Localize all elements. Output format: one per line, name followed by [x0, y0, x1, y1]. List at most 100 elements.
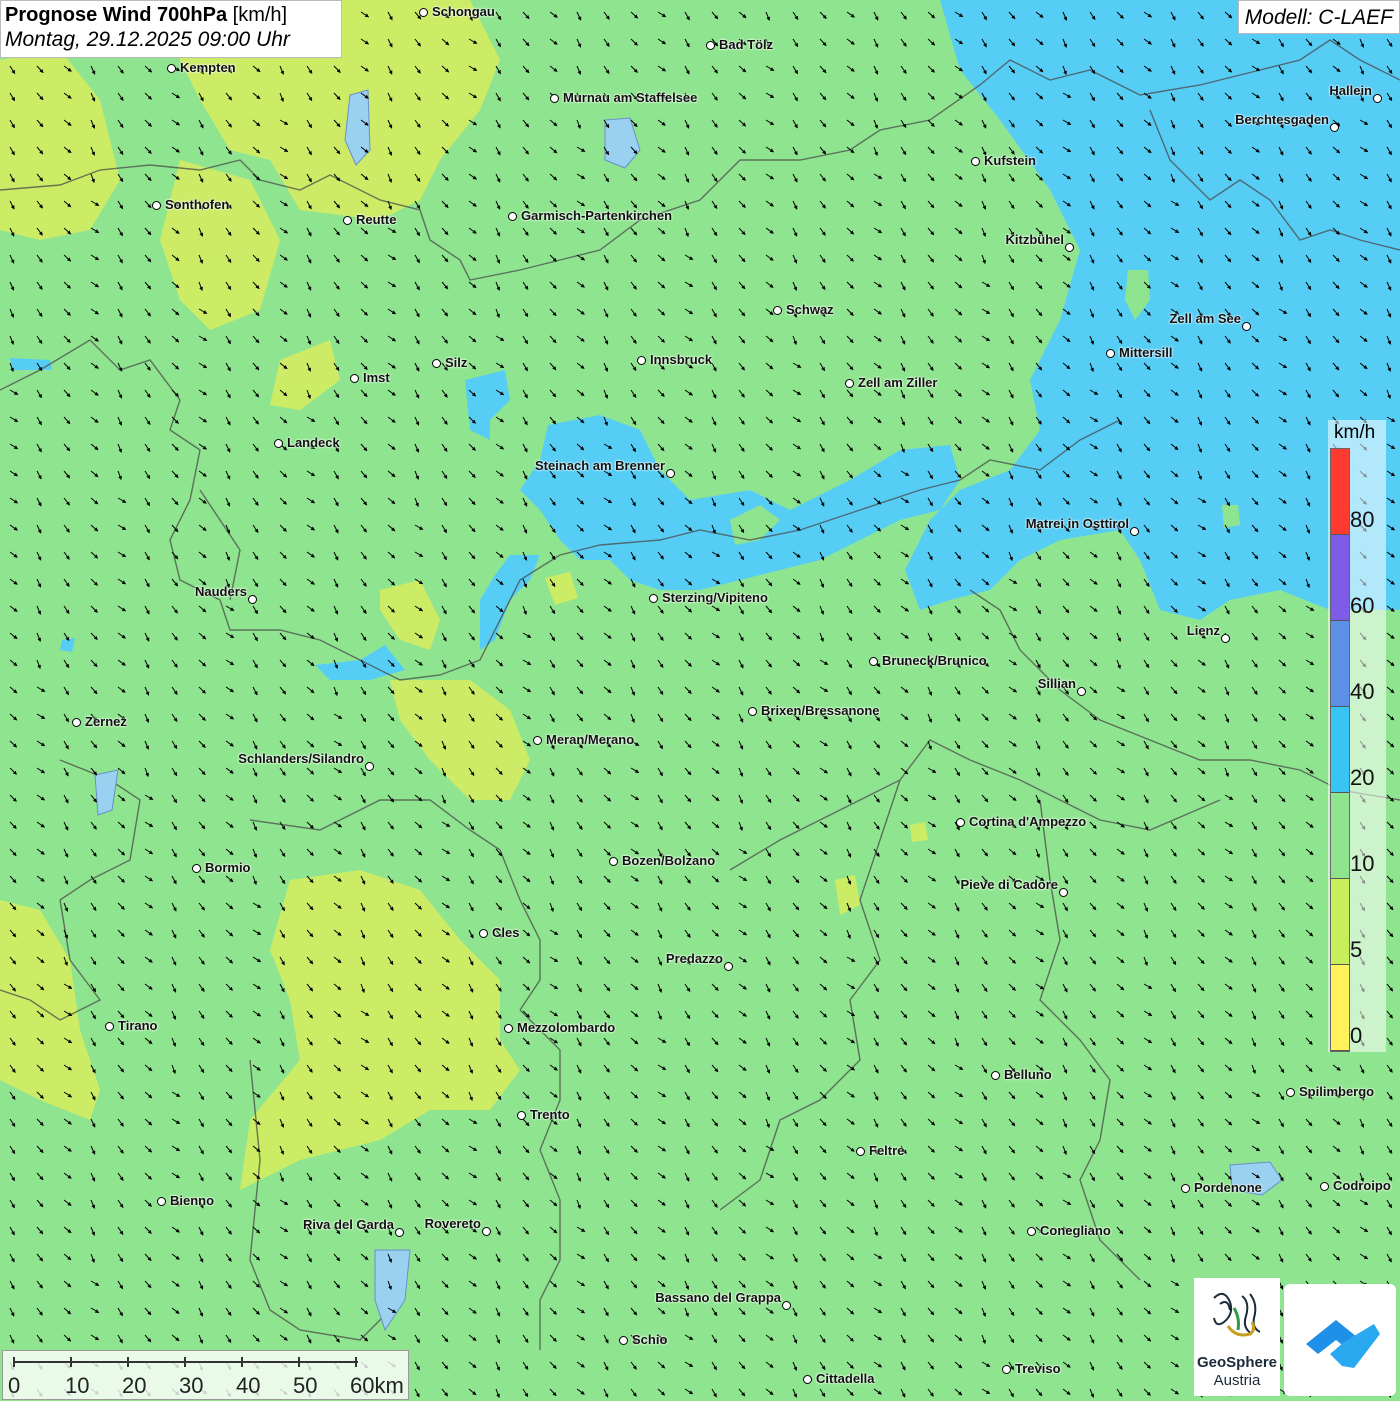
city-marker	[1242, 322, 1251, 331]
scale-tick	[70, 1357, 72, 1367]
legend-unit: km/h	[1334, 422, 1376, 443]
city-marker	[419, 8, 428, 17]
city-marker	[1181, 1184, 1190, 1193]
legend-label: 80	[1350, 507, 1375, 532]
legend-label: 5	[1350, 937, 1363, 962]
city-label: Belluno	[1004, 1067, 1052, 1082]
scale-tick	[241, 1357, 243, 1367]
city-label: Matrei in Osttirol	[1025, 516, 1129, 531]
legend-swatch	[1331, 965, 1349, 1051]
city-label: Mezzolombardo	[517, 1020, 616, 1035]
wind-app-icon	[1306, 1320, 1380, 1368]
geosphere-logo: GeoSphere Austria	[1194, 1278, 1280, 1396]
color-legend: km/h 80 60 40 20 10 5 0	[1328, 420, 1386, 1052]
city-label: Bienno	[170, 1193, 215, 1208]
legend-swatch	[1331, 879, 1349, 965]
city-marker	[105, 1022, 114, 1031]
legend-label: 0	[1350, 1023, 1363, 1048]
city-label: Schlanders/Silandro	[238, 751, 364, 766]
city-label: Brixen/Bressanone	[761, 703, 880, 718]
scale-label: 50	[293, 1373, 318, 1398]
city-marker	[782, 1301, 791, 1310]
scale-tick	[184, 1357, 186, 1367]
city-marker	[350, 374, 359, 383]
geosphere-logo-icon	[1213, 1292, 1261, 1337]
city-label: Schio	[632, 1332, 668, 1347]
scale-tick	[127, 1357, 129, 1367]
city-label: Bozen/Bolzano	[622, 853, 716, 868]
title-unit: [km/h]	[232, 4, 288, 26]
city-marker	[724, 962, 733, 971]
city-label: Garmisch-Partenkirchen	[521, 208, 673, 223]
city-label: Spilimbergo	[1299, 1084, 1375, 1099]
legend-label: 40	[1350, 679, 1375, 704]
city-label: Landeck	[287, 435, 340, 450]
city-label: Cortina d'Ampezzo	[969, 814, 1087, 829]
app-logo	[1284, 1284, 1396, 1396]
city-marker	[508, 212, 517, 221]
city-label: Imst	[363, 370, 390, 385]
city-marker	[72, 718, 81, 727]
city-marker	[856, 1147, 865, 1156]
city-label: Mittersill	[1119, 345, 1173, 360]
city-label: Codroipo	[1333, 1178, 1391, 1193]
city-marker	[1106, 349, 1115, 358]
scale-tick	[355, 1357, 357, 1367]
city-marker	[869, 657, 878, 666]
legend-swatch	[1331, 793, 1349, 879]
city-marker	[343, 216, 352, 225]
city-label: Zell am See	[1169, 311, 1241, 326]
scale-bar: 0 10 20 30 40 50 60km	[2, 1350, 409, 1400]
legend-swatch	[1331, 621, 1349, 707]
city-label: Pieve di Cadore	[960, 877, 1058, 892]
legend-label: 60	[1350, 593, 1375, 618]
model-label: Modell: C-LAEF	[1237, 0, 1400, 34]
city-label: Rovereto	[424, 1216, 481, 1231]
scale-tick	[298, 1357, 300, 1367]
city-marker	[274, 439, 283, 448]
city-marker	[1221, 634, 1230, 643]
city-label: Zell am Ziller	[858, 375, 938, 390]
city-marker	[956, 818, 965, 827]
city-marker	[517, 1111, 526, 1120]
city-label: Bassano del Grappa	[655, 1290, 781, 1305]
city-marker	[167, 64, 176, 73]
scale-tick	[13, 1357, 15, 1367]
city-marker	[845, 379, 854, 388]
city-marker	[773, 306, 782, 315]
city-label: Innsbruck	[650, 352, 713, 367]
city-marker	[803, 1375, 812, 1384]
legend-swatch	[1331, 449, 1349, 535]
city-label: Cles	[492, 925, 520, 940]
city-label: Feltre	[869, 1143, 905, 1158]
city-marker	[432, 359, 441, 368]
city-label: Sonthofen	[165, 197, 230, 212]
city-marker	[971, 157, 980, 166]
map-title: Prognose Wind 700hPa [km/h] Montag, 29.1…	[0, 0, 342, 58]
city-label: Sterzing/Vipiteno	[662, 590, 768, 605]
city-label: Steinach am Brenner	[534, 458, 665, 473]
city-marker	[706, 41, 715, 50]
city-label: Pordenone	[1194, 1180, 1262, 1195]
city-marker	[504, 1024, 513, 1033]
city-label: Kempten	[180, 60, 236, 75]
city-marker	[482, 1227, 491, 1236]
scale-label: 0	[8, 1373, 21, 1398]
city-marker	[533, 736, 542, 745]
scale-label: 20	[122, 1373, 147, 1398]
city-label: Bruneck/Brunico	[882, 653, 987, 668]
city-marker	[1027, 1227, 1036, 1236]
legend-color-bar	[1330, 448, 1350, 1052]
city-marker	[619, 1336, 628, 1345]
city-label: Bormio	[205, 860, 251, 875]
city-marker	[649, 594, 658, 603]
city-marker	[157, 1197, 166, 1206]
city-label: Zernez	[85, 714, 127, 729]
geosphere-logo-line2: Austria	[1213, 1372, 1261, 1389]
scale-label: 60km	[350, 1373, 404, 1398]
city-label: Lienz	[1186, 623, 1220, 638]
scale-label: 40	[236, 1373, 261, 1398]
city-label: Conegliano	[1040, 1223, 1111, 1238]
city-label: Schwaz	[786, 302, 834, 317]
city-marker	[609, 857, 618, 866]
